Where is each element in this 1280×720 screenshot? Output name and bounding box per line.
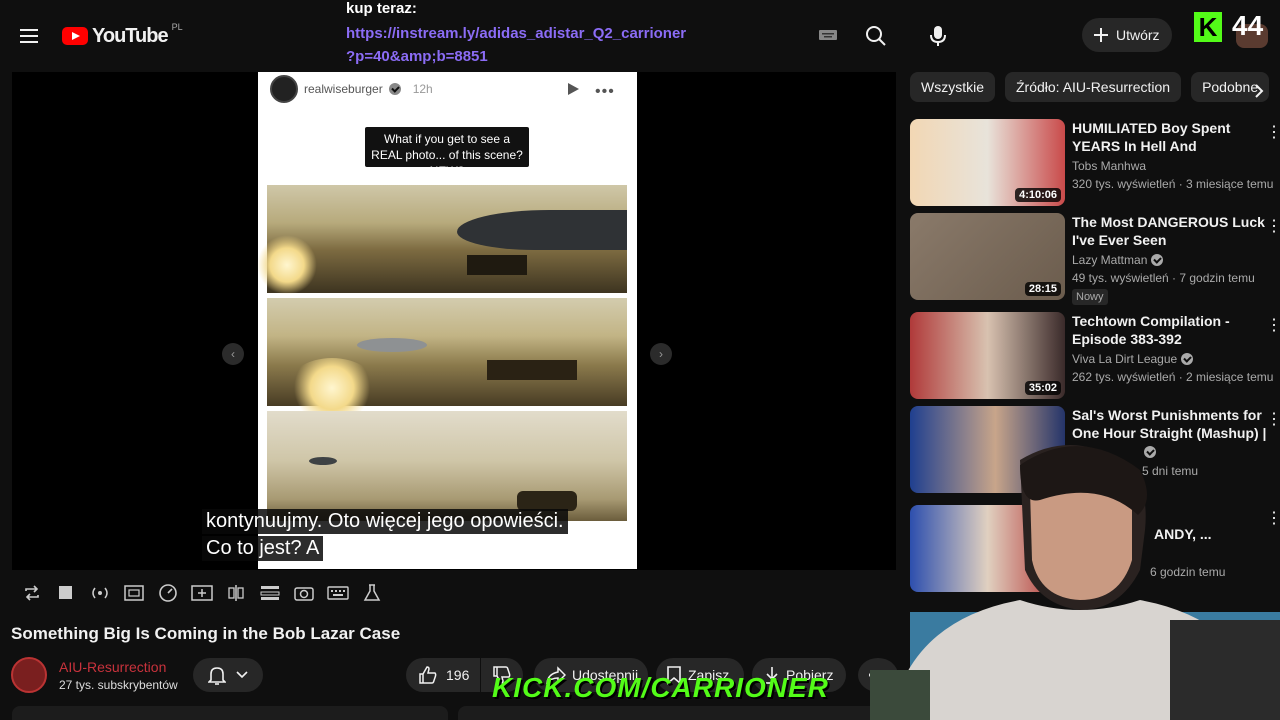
channel-name: Viva La Dirt League	[1072, 352, 1178, 366]
search-button[interactable]	[856, 20, 896, 52]
video-thumbnail[interactable]: 4:10:06	[910, 119, 1065, 206]
channel-name: Lazy Mattman	[1072, 253, 1148, 267]
miniplayer-icon[interactable]	[122, 581, 146, 605]
new-badge: Nowy	[1072, 289, 1108, 305]
chips-next-button[interactable]	[1248, 80, 1270, 102]
more-vertical-icon[interactable]: ⋮	[1266, 217, 1280, 237]
video-title: Something Big Is Coming in the Bob Lazar…	[11, 624, 401, 643]
post-question: What if you get to see a REAL photo... o…	[365, 127, 529, 178]
post-avatar	[270, 75, 298, 103]
plus-icon	[1094, 28, 1108, 42]
chevron-down-icon	[236, 671, 248, 679]
logo-country-code: PL	[171, 22, 183, 32]
video-thumbnail[interactable]: 35:02	[910, 312, 1065, 399]
recommendation-item[interactable]: 28:15 The Most DANGEROUS Luck I've Ever …	[910, 213, 1280, 305]
verified-icon	[388, 83, 401, 95]
broadcast-icon[interactable]	[88, 581, 112, 605]
duration-badge: 4:10:06	[1015, 188, 1061, 202]
create-button[interactable]: Utwórz	[1082, 18, 1172, 52]
duration-badge: 35:02	[1024, 381, 1061, 395]
stop-icon[interactable]	[54, 581, 78, 605]
play-icon	[566, 82, 580, 101]
more-vertical-icon[interactable]: ⋮	[1266, 316, 1280, 336]
recommendation-meta: 49 tys. wyświetleń · 7 godzin temu	[1072, 271, 1255, 285]
recommendation-item[interactable]: 4:10:06 HUMILIATED Boy Spent YEARS In He…	[910, 119, 1280, 209]
duration-badge: 28:15	[1024, 282, 1061, 296]
comments-section-edge	[12, 706, 448, 720]
post-username: realwiseburger	[304, 82, 383, 96]
kick-logo: K	[1194, 12, 1222, 42]
notification-bell-button[interactable]	[193, 658, 263, 692]
recommendation-meta: 262 tys. wyświetleń · 2 miesiące temu	[1072, 370, 1274, 384]
add-screen-icon[interactable]	[190, 581, 214, 605]
youtube-play-icon	[62, 27, 88, 45]
next-slide-button[interactable]: ›	[650, 343, 672, 365]
recommendation-title[interactable]: Techtown Compilation - Episode 383-392	[1072, 312, 1267, 348]
channel-name: Tobs Manhwa	[1072, 159, 1147, 173]
menu-icon[interactable]	[14, 20, 46, 52]
subtitle-line-1: kontynuujmy. Oto więcej jego opowieści.	[202, 509, 568, 534]
like-button[interactable]: 196	[406, 658, 480, 692]
extension-toolbar	[20, 580, 384, 606]
thumbs-up-icon	[419, 666, 437, 684]
chip-source[interactable]: Źródło: AIU-Resurrection	[1005, 72, 1182, 102]
more-vertical-icon[interactable]: ⋮	[1266, 123, 1280, 143]
keyboard-shortcuts-icon[interactable]	[326, 581, 350, 605]
recommendation-title[interactable]: HUMILIATED Boy Spent YEARS In Hell And I…	[1072, 119, 1267, 155]
channel-name[interactable]: AIU-Resurrection	[59, 659, 166, 675]
speed-icon[interactable]	[156, 581, 180, 605]
screenshot-icon[interactable]	[292, 581, 316, 605]
mic-icon	[930, 26, 946, 46]
mic-button[interactable]	[922, 20, 954, 52]
bell-icon	[208, 667, 226, 685]
recommendation-meta: 320 tys. wyświetleń · 3 miesiące temu	[1072, 177, 1274, 191]
verified-icon	[1151, 254, 1164, 266]
recommendation-channel[interactable]: Lazy Mattman	[1072, 253, 1164, 267]
stream-buy-label: kup teraz:	[346, 0, 417, 17]
ufo-photo-1	[257, 185, 627, 295]
video-thumbnail[interactable]: 28:15	[910, 213, 1065, 300]
subtitle-line-2: Co to jest? A	[202, 536, 324, 561]
flask-icon[interactable]	[360, 581, 384, 605]
mirror-icon[interactable]	[224, 581, 248, 605]
youtube-logo[interactable]: YouTube PL	[62, 22, 183, 48]
keyboard-icon[interactable]	[818, 28, 838, 42]
recommendation-channel[interactable]: Viva La Dirt League	[1072, 352, 1194, 366]
verified-icon	[1181, 353, 1194, 365]
recommendation-title[interactable]: The Most DANGEROUS Luck I've Ever Seen	[1072, 213, 1267, 249]
like-count: 196	[446, 667, 470, 683]
recommendation-item[interactable]: 35:02 Techtown Compilation - Episode 383…	[910, 312, 1280, 402]
filter-chips: Wszystkie Źródło: AIU-Resurrection Podob…	[910, 72, 1270, 102]
channel-avatar[interactable]	[11, 657, 47, 693]
channel-subscribers: 27 tys. subskrybentów	[59, 678, 178, 692]
ufo-photo-2	[267, 298, 627, 418]
logo-text: YouTube	[92, 24, 169, 47]
loop-icon[interactable]	[20, 581, 44, 605]
chevron-right-icon	[1255, 84, 1264, 98]
kick-channel-overlay: KICK.COM/CARRIONER	[492, 672, 829, 703]
stream-buy-link: https://instream.ly/adidas_adistar_Q2_ca…	[346, 25, 687, 65]
ufo-photo-3	[267, 411, 627, 521]
recommendation-channel[interactable]: Tobs Manhwa	[1072, 159, 1146, 173]
create-label: Utwórz	[1116, 27, 1160, 43]
chip-all[interactable]: Wszystkie	[910, 72, 995, 102]
previous-slide-button[interactable]: ‹	[222, 343, 244, 365]
description-section-edge	[458, 706, 894, 720]
layout-icon[interactable]	[258, 581, 282, 605]
search-icon	[866, 26, 886, 46]
streamer-webcam	[870, 445, 1280, 720]
post-time: 12h	[412, 82, 433, 96]
more-dots-icon: •••	[595, 83, 615, 100]
viewer-count: 44	[1232, 10, 1264, 41]
post-header: realwiseburger 12h	[270, 75, 433, 103]
